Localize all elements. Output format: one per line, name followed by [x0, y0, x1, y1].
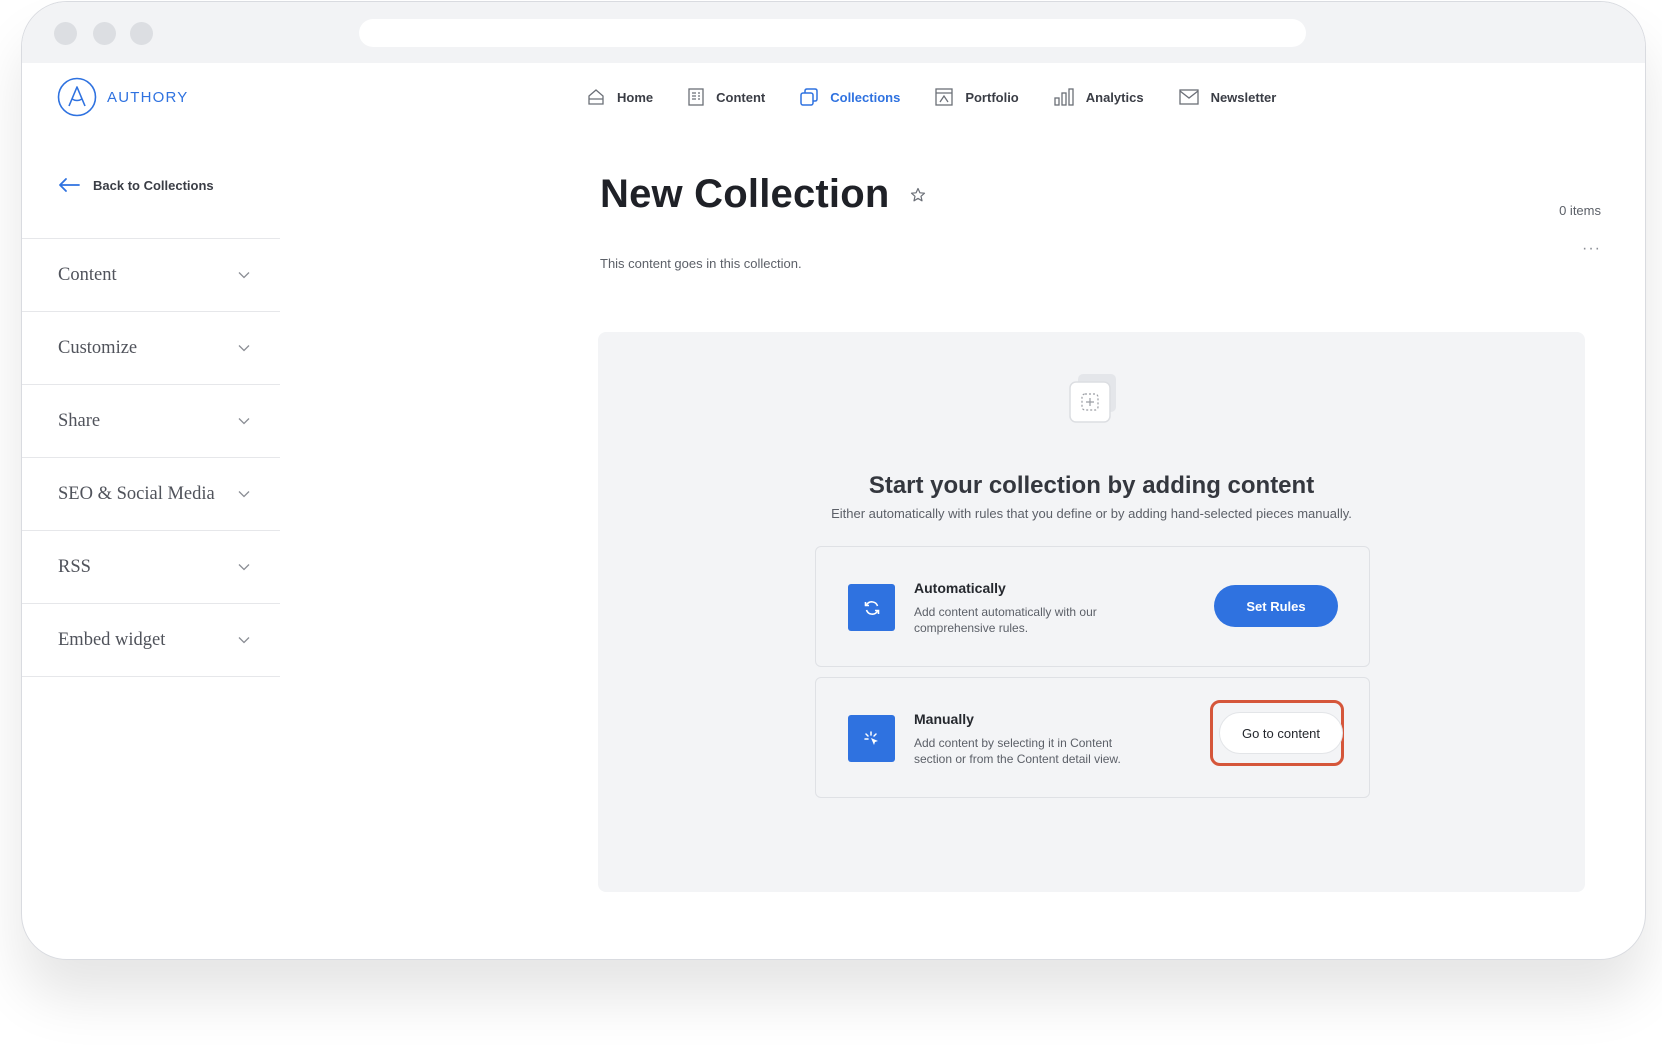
option-icon-box — [848, 715, 895, 762]
nav-content-label: Content — [716, 89, 766, 105]
empty-state-heading: Start your collection by adding content — [868, 472, 1315, 499]
sidebar-item-share[interactable]: Share — [22, 385, 280, 458]
automatic-option-description: Add content automatically with our compr… — [914, 605, 1097, 635]
brand-name: AUTHORY — [107, 88, 189, 106]
manual-option-title: Manually — [914, 711, 974, 727]
back-link-label: Back to Collections — [93, 177, 214, 193]
stacked-collection-icon — [1069, 374, 1116, 423]
items-count: 0 items — [1559, 203, 1601, 218]
envelope-icon — [1178, 89, 1199, 105]
minimize-window-dot[interactable] — [93, 22, 116, 45]
brand-logo[interactable]: AUTHORY — [57, 77, 188, 117]
manual-option-card: Manually Add content by selecting it in … — [815, 677, 1370, 798]
sidebar-item-label: SEO & Social Media — [58, 483, 215, 504]
star-icon[interactable] — [910, 187, 926, 203]
go-to-content-button[interactable]: Go to content — [1219, 712, 1343, 754]
option-icon-box — [848, 584, 895, 631]
nav-analytics[interactable]: Analytics — [1054, 88, 1144, 106]
nav-newsletter-label: Newsletter — [1210, 89, 1277, 105]
sidebar-item-label: RSS — [58, 556, 91, 577]
automatic-option-title: Automatically — [914, 580, 1006, 596]
sidebar-item-label: Content — [58, 264, 117, 285]
sidebar-item-label: Customize — [58, 337, 138, 358]
nav-newsletter[interactable]: Newsletter — [1178, 89, 1277, 105]
nav-collections[interactable]: Collections — [800, 88, 900, 106]
set-rules-button[interactable]: Set Rules — [1214, 585, 1338, 627]
authory-logo-icon — [57, 77, 97, 117]
top-nav: Home Content Collections Portfolio Analy… — [587, 88, 1311, 106]
arrow-left-icon — [59, 178, 80, 192]
nav-collections-label: Collections — [830, 89, 901, 105]
portfolio-icon — [935, 88, 953, 106]
settings-sidebar: Content Customize Share SEO & Social Med… — [22, 238, 280, 677]
maximize-window-dot[interactable] — [130, 22, 153, 45]
collections-icon — [800, 88, 818, 106]
refresh-icon — [864, 600, 879, 615]
sidebar-item-embed-widget[interactable]: Embed widget — [22, 604, 280, 677]
chevron-down-icon — [238, 272, 250, 279]
chevron-down-icon — [238, 491, 250, 498]
title-bar — [22, 2, 1645, 63]
cursor-click-icon — [863, 730, 878, 745]
empty-state-panel: Start your collection by adding content … — [598, 332, 1585, 892]
sidebar-item-label: Embed widget — [58, 629, 166, 650]
document-icon — [688, 88, 704, 106]
nav-content[interactable]: Content — [688, 88, 765, 106]
more-options-button[interactable]: ··· — [1582, 240, 1601, 258]
nav-home[interactable]: Home — [587, 88, 653, 106]
sidebar-item-label: Share — [58, 410, 101, 431]
sidebar-item-seo-social[interactable]: SEO & Social Media — [22, 458, 280, 531]
address-bar[interactable] — [359, 19, 1306, 47]
close-window-dot[interactable] — [54, 22, 77, 45]
chevron-down-icon — [238, 637, 250, 644]
sidebar-item-customize[interactable]: Customize — [22, 312, 280, 385]
sidebar-item-rss[interactable]: RSS — [22, 531, 280, 604]
nav-analytics-label: Analytics — [1085, 89, 1144, 105]
nav-home-label: Home — [617, 89, 654, 105]
empty-state-subheading: Either automatically with rules that you… — [831, 506, 1352, 521]
chevron-down-icon — [238, 418, 250, 425]
home-icon — [588, 89, 604, 105]
sidebar-item-content[interactable]: Content — [22, 239, 280, 312]
nav-portfolio[interactable]: Portfolio — [935, 88, 1019, 106]
manual-option-description: Add content by selecting it in Content s… — [914, 736, 1121, 766]
automatic-option-card: Automatically Add content automatically … — [815, 546, 1370, 667]
collection-header: New Collection — [600, 172, 926, 217]
bar-chart-icon — [1054, 88, 1074, 106]
back-to-collections-link[interactable]: Back to Collections — [58, 177, 214, 193]
nav-portfolio-label: Portfolio — [965, 89, 1019, 105]
browser-window: AUTHORY Home Content Collections Portfol… — [21, 1, 1646, 960]
page-title: New Collection — [600, 172, 890, 216]
collection-description[interactable]: This content goes in this collection. — [600, 256, 802, 271]
chevron-down-icon — [238, 564, 250, 571]
chevron-down-icon — [238, 345, 250, 352]
